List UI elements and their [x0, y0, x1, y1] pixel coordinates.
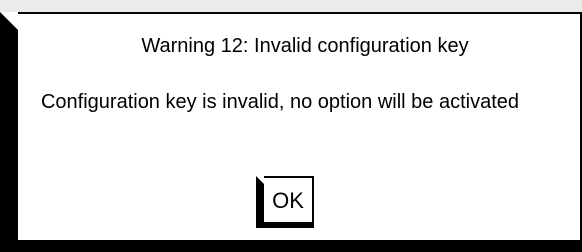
dialog-message: Configuration key is invalid, no option … — [40, 91, 520, 113]
ok-button-shadow-bottom — [256, 222, 314, 228]
ok-button[interactable]: OK — [256, 176, 314, 228]
dialog-title: Warning 12: Invalid configuration key — [141, 35, 469, 57]
top-strip — [0, 0, 582, 12]
ok-button-label: OK — [272, 188, 304, 213]
ok-button-shadow-corner — [256, 176, 264, 184]
dialog-shadow-bottom — [0, 240, 582, 252]
dialog-border-top — [18, 12, 582, 14]
warning-dialog: Warning 12: Invalid configuration key Co… — [0, 12, 582, 252]
dialog-shadow-corner — [0, 12, 18, 30]
dialog-shadow-left — [0, 30, 18, 252]
ok-button-border-right — [312, 176, 314, 228]
ok-button-border-top — [264, 176, 314, 178]
